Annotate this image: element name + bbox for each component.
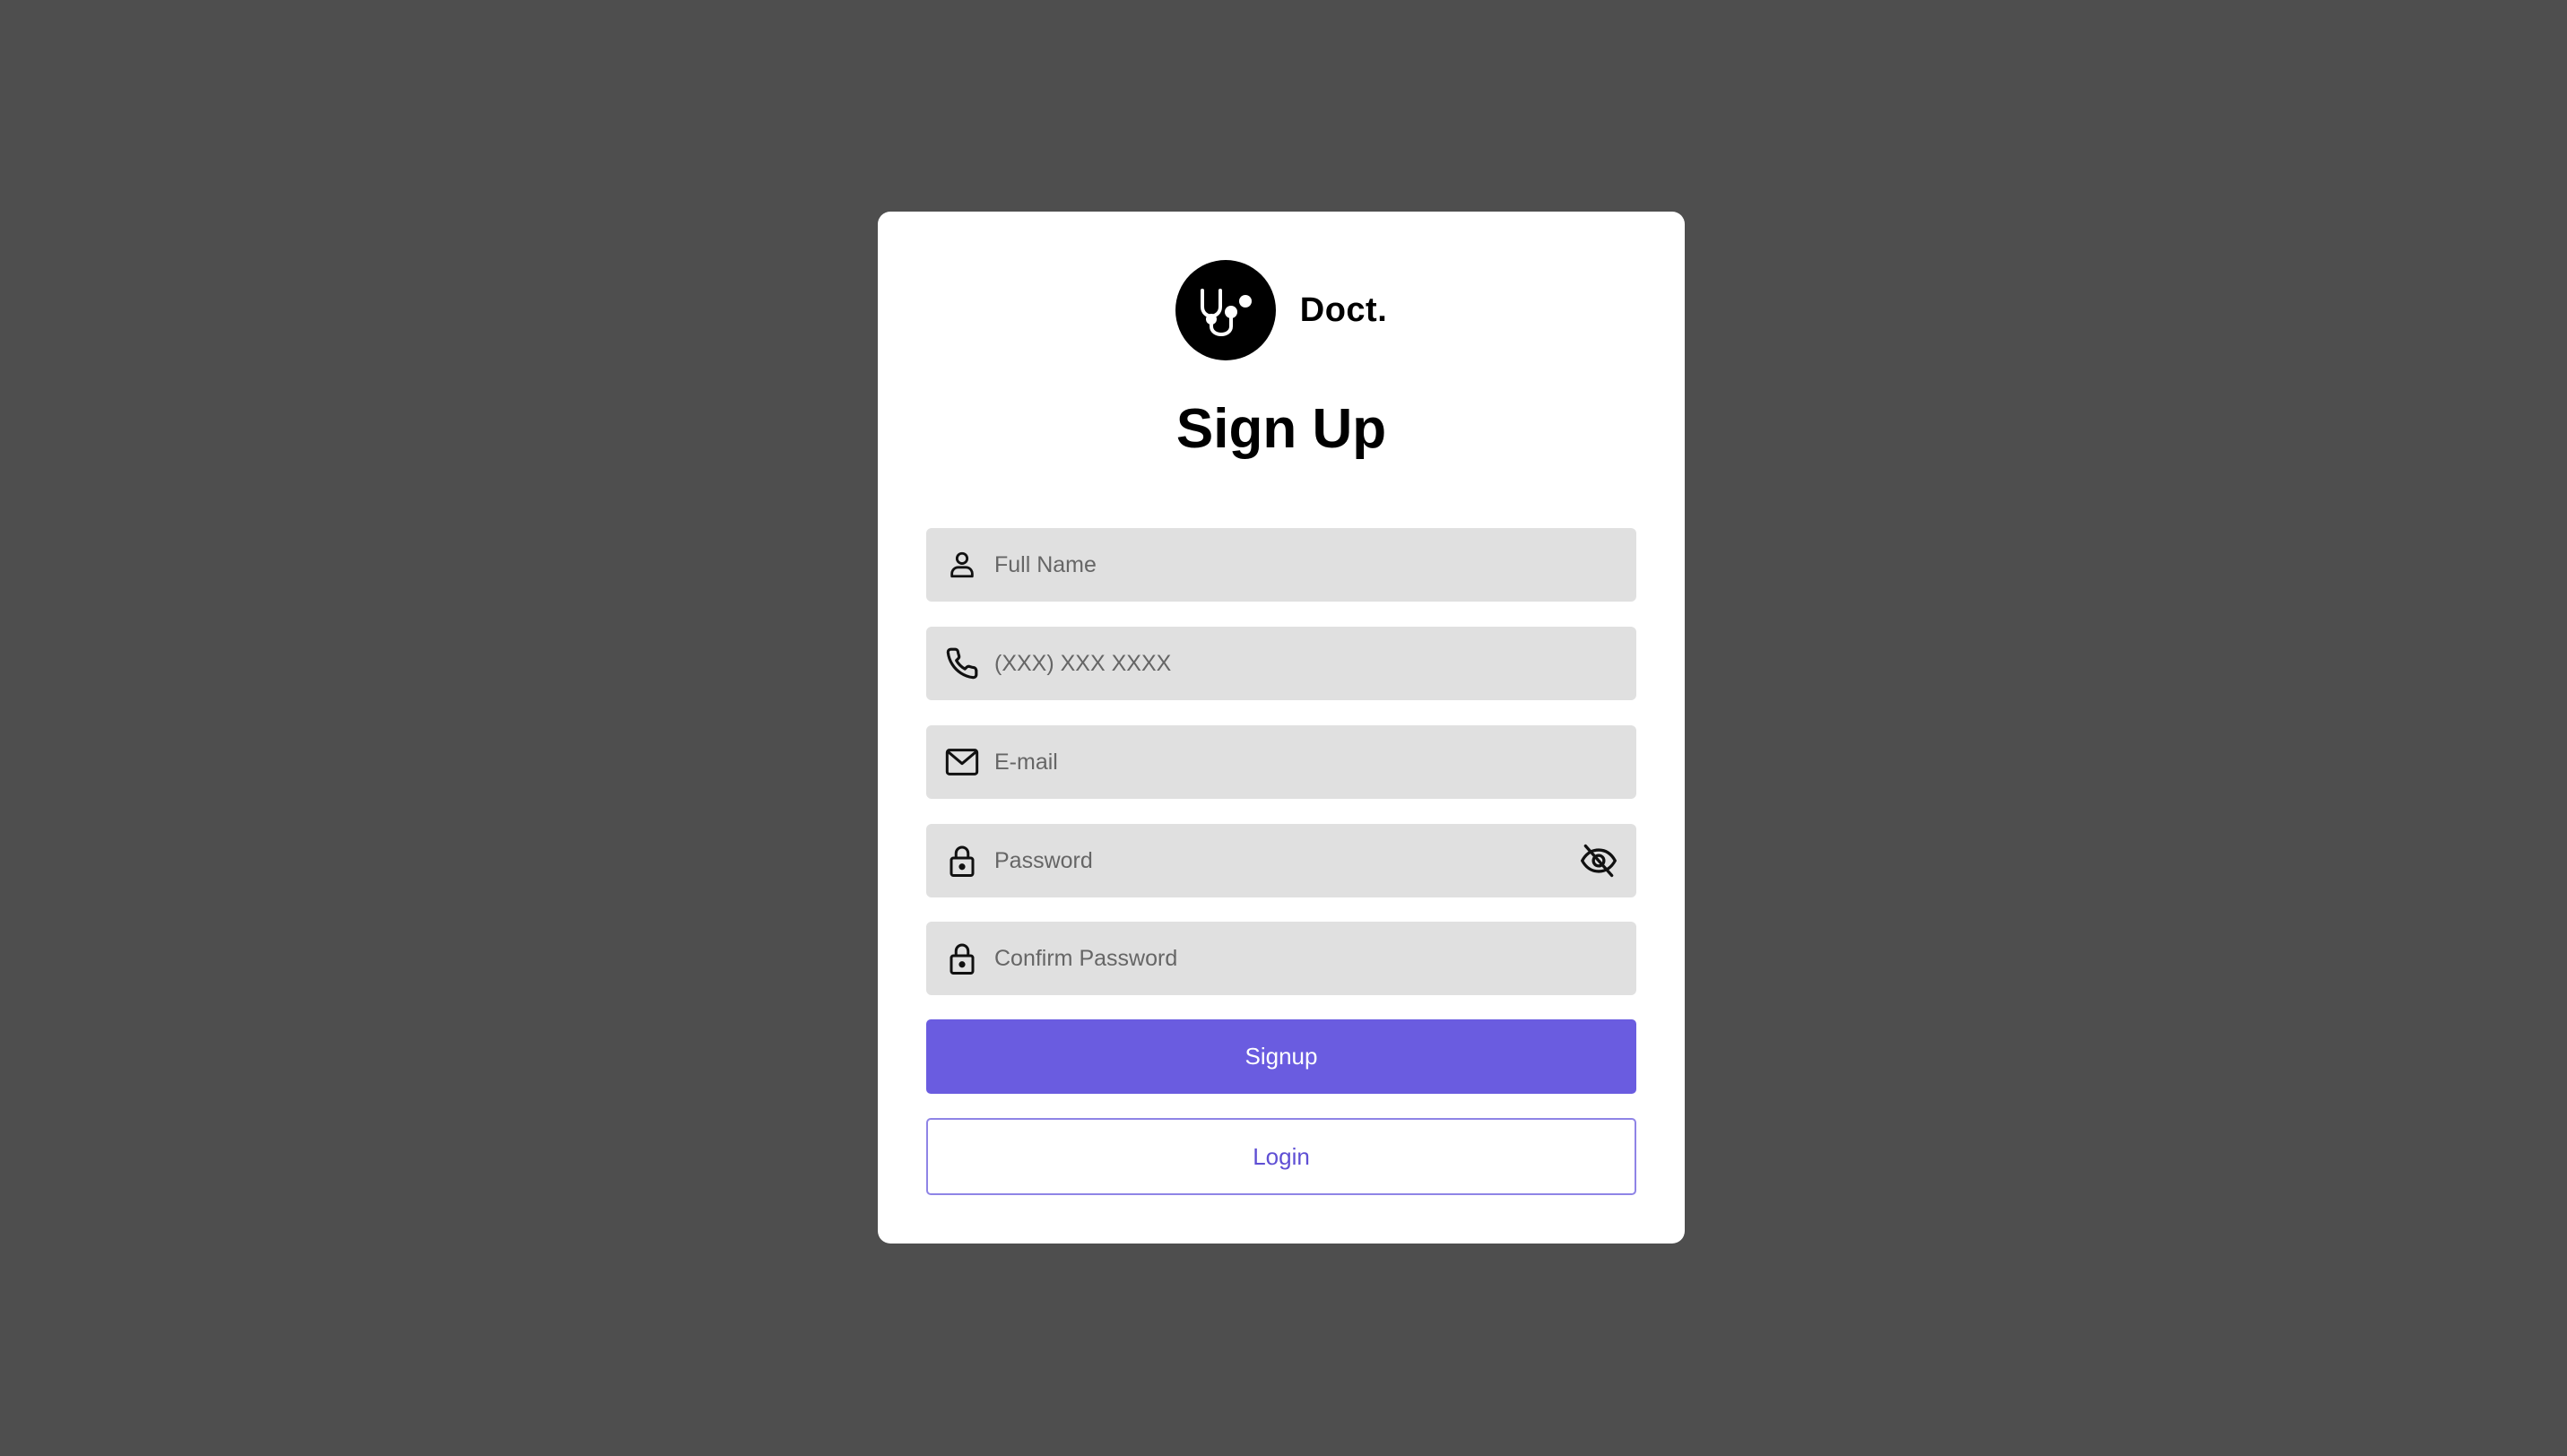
confirm-password-input[interactable]	[982, 922, 1636, 995]
phone-field	[926, 627, 1636, 700]
login-button[interactable]: Login	[926, 1118, 1636, 1195]
password-field	[926, 824, 1636, 897]
phone-input[interactable]	[982, 627, 1636, 700]
phone-icon	[942, 644, 982, 683]
lock-icon	[942, 841, 982, 880]
email-field	[926, 725, 1636, 799]
mail-icon	[942, 742, 982, 782]
page-title: Sign Up	[1175, 398, 1387, 460]
stethoscope-icon	[1200, 289, 1252, 336]
lock-icon	[942, 939, 982, 978]
logo	[1175, 260, 1276, 360]
email-input[interactable]	[982, 725, 1636, 799]
eye-off-icon[interactable]	[1577, 839, 1620, 882]
full-name-input[interactable]	[982, 528, 1636, 602]
person-icon	[942, 545, 982, 585]
brand-name: Doct.	[1299, 290, 1388, 329]
signup-card: Doct. Sign Up Full Name (XXX) XXX XXXX E…	[878, 212, 1685, 1244]
signup-button[interactable]: Signup	[926, 1019, 1636, 1094]
confirm-password-field	[926, 922, 1636, 995]
brand: Doct.	[878, 260, 1685, 360]
password-input[interactable]	[982, 824, 1577, 897]
full-name-field	[926, 528, 1636, 602]
